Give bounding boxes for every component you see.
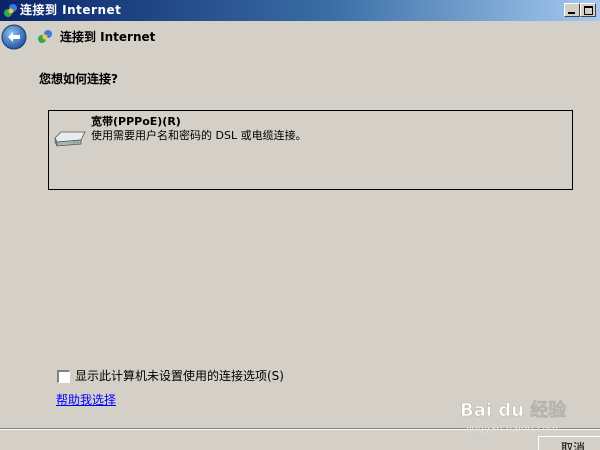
broadband-modem-icon xyxy=(54,131,86,147)
help-me-choose-link[interactable]: 帮助我选择 xyxy=(56,392,116,408)
maximize-icon xyxy=(584,6,593,15)
cancel-button[interactable]: 取消 xyxy=(538,436,600,450)
broadband-pppoe-option[interactable]: 宽带(PPPoE)(R) 使用需要用户名和密码的 DSL 或电缆连接。 xyxy=(48,110,573,190)
footer-divider-highlight xyxy=(0,429,600,430)
page-title: 连接到 Internet xyxy=(60,30,156,44)
baidu-jingyan-watermark: Bai du 经验 jingyan.baidu.com xyxy=(460,399,568,435)
minimize-button[interactable] xyxy=(564,3,580,17)
wizard-header: 连接到 Internet xyxy=(0,21,600,52)
minimize-icon xyxy=(568,12,575,14)
connection-question: 您想如何连接? xyxy=(39,72,118,86)
network-globe-icon xyxy=(4,4,17,17)
title-bar[interactable]: 连接到 Internet xyxy=(0,0,600,21)
option-title: 宽带(PPPoE)(R) xyxy=(91,115,181,128)
window-title: 连接到 Internet xyxy=(20,3,122,17)
network-globe-icon xyxy=(38,30,52,43)
connect-internet-window: 连接到 Internet 连接到 Internet 您想如何连接? 宽带(PPP… xyxy=(0,0,600,450)
watermark-brand: Bai du 经验 xyxy=(460,399,567,421)
maximize-button[interactable] xyxy=(580,3,596,17)
option-description: 使用需要用户名和密码的 DSL 或电缆连接。 xyxy=(91,129,307,142)
checkbox-label: 显示此计算机未设置使用的连接选项(S) xyxy=(75,369,284,383)
show-unconfigured-checkbox[interactable] xyxy=(57,370,70,383)
cancel-label: 取消 xyxy=(561,441,586,450)
back-arrow-icon[interactable] xyxy=(1,24,27,50)
